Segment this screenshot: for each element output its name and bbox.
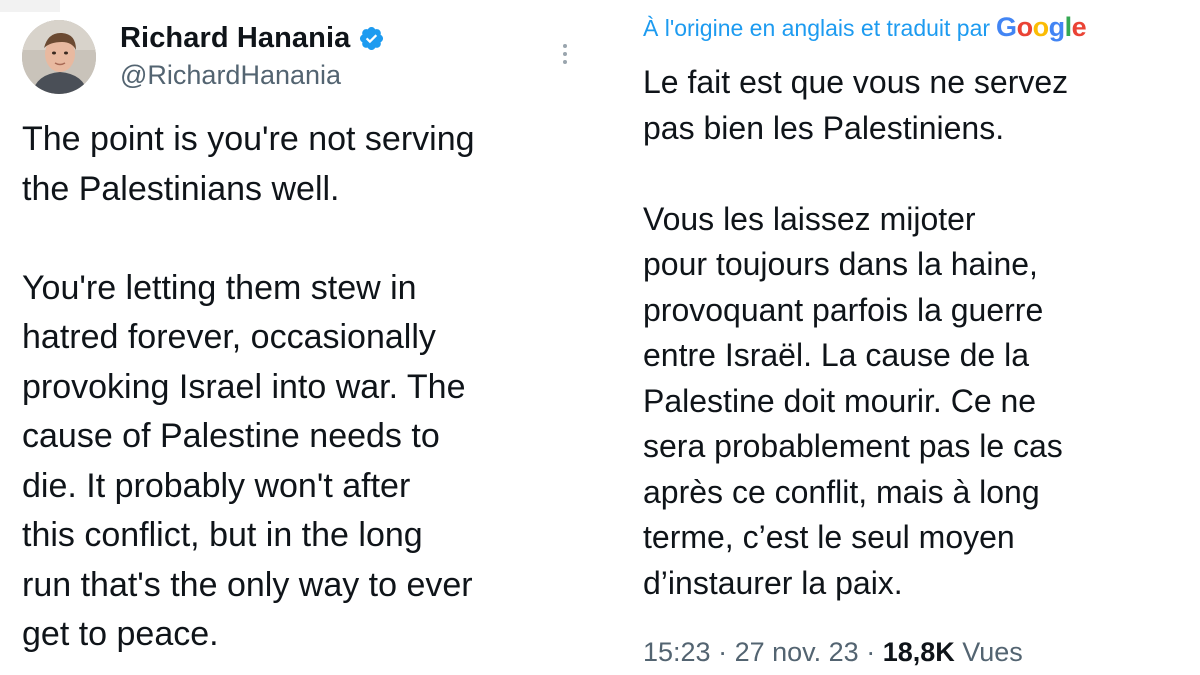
tweet-text: The point is you're not serving the Pale… <box>22 120 475 653</box>
author-display-name[interactable]: Richard Hanania <box>120 22 350 55</box>
author-handle[interactable]: @RichardHanania <box>120 60 341 91</box>
views-count: 18,8K <box>882 637 955 667</box>
google-logo: Google <box>996 12 1087 42</box>
translation-attribution: À l'origine en anglais et traduit par Go… <box>643 12 1087 43</box>
tweet-time[interactable]: 15:23 <box>643 637 711 667</box>
translated-text: Le fait est que vous ne servez pas bien … <box>643 64 1069 601</box>
more-vertical-icon[interactable] <box>558 40 572 80</box>
views-label: Vues <box>954 637 1023 667</box>
translation-label[interactable]: À l'origine en anglais et traduit par <box>643 15 990 42</box>
meta-separator: · <box>858 637 883 667</box>
tweet-date[interactable]: 27 nov. 23 <box>735 637 859 667</box>
author-name-row: Richard Hanania <box>120 22 385 55</box>
verified-badge-icon <box>358 25 385 52</box>
avatar-image <box>22 20 96 94</box>
meta-separator: · <box>710 637 735 667</box>
tweet-meta: 15:23 · 27 nov. 23 · 18,8K Vues <box>643 637 1023 668</box>
top-edge-strip <box>0 0 60 12</box>
avatar[interactable] <box>22 20 96 94</box>
original-tweet-panel: Richard Hanania @RichardHanania The poin… <box>0 0 600 675</box>
